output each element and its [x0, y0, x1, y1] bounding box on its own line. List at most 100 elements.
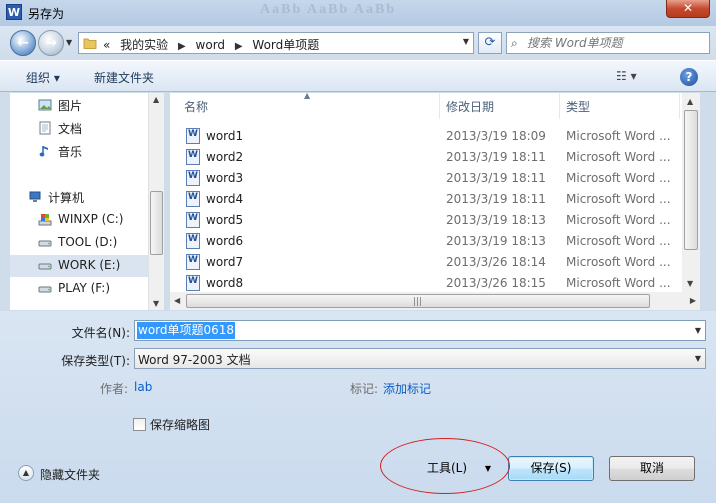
tools-menu-button[interactable]: 工具(L) ▼ — [416, 456, 500, 481]
breadcrumb: « 我的实验 ▶ word ▶ Word单项题 — [103, 36, 325, 53]
nav-item-drive-d[interactable]: TOOL (D:) — [10, 232, 148, 254]
nav-pane-scrollbar[interactable]: ▲ ▼ — [148, 93, 164, 310]
nav-item-computer[interactable]: 计算机 — [10, 186, 148, 208]
word-document-icon — [186, 191, 200, 207]
file-type: Microsoft Word ... — [566, 150, 671, 164]
chevron-down-icon: ▼ — [484, 464, 491, 473]
nav-item-label: TOOL (D:) — [58, 235, 118, 249]
command-bar: 组织 ▾ 新建文件夹 ☷ ▾ ? — [0, 60, 716, 92]
file-list-horizontal-scrollbar[interactable]: ◀ ||| ▶ — [170, 292, 700, 310]
tools-label: 工具(L) — [427, 461, 468, 475]
file-date: 2013/3/26 18:15 — [446, 276, 546, 290]
file-row[interactable]: word5 2013/3/19 18:13 Microsoft Word ... — [170, 210, 700, 231]
close-button[interactable]: ✕ — [666, 0, 710, 18]
save-button[interactable]: 保存(S) — [508, 456, 594, 481]
scrollbar-thumb[interactable] — [150, 191, 163, 255]
navigation-pane: 图片 文档 音乐 计算机 WINXP (C:) TOOL (D:) WORK (… — [10, 93, 164, 310]
new-folder-button[interactable]: 新建文件夹 — [94, 69, 154, 86]
chevron-down-icon[interactable]: ▼ — [695, 354, 701, 363]
column-header-type[interactable]: 类型 — [560, 93, 680, 119]
nav-item-label: WORK (E:) — [58, 258, 121, 272]
column-header-date[interactable]: 修改日期 — [440, 93, 560, 119]
nav-item-drive-e[interactable]: WORK (E:) — [10, 255, 148, 277]
breadcrumb-separator-icon[interactable]: ▶ — [178, 41, 186, 52]
word-document-icon — [186, 254, 200, 270]
drive-icon — [38, 286, 52, 293]
column-label: 类型 — [566, 100, 591, 114]
drive-icon — [38, 240, 52, 247]
file-row[interactable]: word2 2013/3/19 18:11 Microsoft Word ... — [170, 147, 700, 168]
organize-menu[interactable]: 组织 ▾ — [26, 69, 60, 86]
scroll-right-icon[interactable]: ▶ — [690, 296, 696, 305]
filetype-select[interactable]: Word 97-2003 文档 ▼ — [134, 348, 706, 369]
file-date: 2013/3/19 18:11 — [446, 171, 546, 185]
nav-item-documents[interactable]: 文档 — [10, 117, 148, 139]
address-dropdown-icon[interactable]: ▼ — [463, 37, 469, 46]
column-label: 名称 — [184, 100, 209, 114]
file-list-vertical-scrollbar[interactable]: ▲ ▼ — [682, 93, 700, 292]
word-document-icon — [186, 212, 200, 228]
scrollbar-thumb[interactable] — [684, 110, 698, 250]
cancel-button[interactable]: 取消 — [609, 456, 695, 481]
breadcrumb-item[interactable]: Word单项题 — [252, 38, 319, 52]
breadcrumb-item[interactable]: word — [196, 38, 226, 52]
file-row[interactable]: word8 2013/3/26 18:15 Microsoft Word ... — [170, 273, 700, 292]
navigation-row: ← → ▼ « 我的实验 ▶ word ▶ Word单项题 ▼ ⟳ ⌕ — [0, 26, 716, 60]
hide-folders-label: 隐藏文件夹 — [40, 468, 101, 482]
refresh-button[interactable]: ⟳ — [478, 32, 502, 54]
scrollbar-grip-icon: ||| — [413, 297, 423, 307]
nav-item-label: 图片 — [58, 99, 83, 113]
file-row[interactable]: word3 2013/3/19 18:11 Microsoft Word ... — [170, 168, 700, 189]
scroll-down-icon[interactable]: ▼ — [153, 299, 159, 308]
nav-item-music[interactable]: 音乐 — [10, 140, 148, 162]
scroll-up-icon[interactable]: ▲ — [687, 97, 693, 106]
scrollbar-thumb[interactable]: ||| — [186, 294, 650, 308]
save-thumbnail-label[interactable]: 保存缩略图 — [150, 416, 210, 433]
search-input[interactable] — [527, 35, 705, 51]
nav-item-pictures[interactable]: 图片 — [10, 94, 148, 116]
add-tags-field[interactable]: 添加标记 — [383, 380, 431, 397]
title-bar: W 另存为 AaBb AaBb AaBb ✕ — [0, 0, 716, 26]
word-document-icon — [186, 233, 200, 249]
chevron-up-icon: ▲ — [18, 465, 34, 481]
file-date: 2013/3/26 18:14 — [446, 255, 546, 269]
word-app-icon: W — [6, 4, 22, 20]
search-icon: ⌕ — [511, 36, 518, 50]
column-header-name[interactable]: 名称 ▲ — [170, 93, 440, 119]
breadcrumb-separator-icon[interactable]: ▶ — [235, 41, 243, 52]
nav-item-label: 计算机 — [48, 191, 85, 205]
file-type: Microsoft Word ... — [566, 171, 671, 185]
file-date: 2013/3/19 18:13 — [446, 213, 546, 227]
address-bar[interactable]: « 我的实验 ▶ word ▶ Word单项题 ▼ — [78, 32, 474, 54]
view-options-button[interactable]: ☷ ▾ — [616, 69, 637, 83]
breadcrumb-item[interactable]: 我的实验 — [120, 38, 168, 52]
chevron-down-icon[interactable]: ▼ — [695, 326, 701, 335]
system-drive-icon — [38, 214, 52, 226]
nav-item-drive-c[interactable]: WINXP (C:) — [10, 209, 148, 231]
drive-icon — [38, 263, 52, 270]
file-name: word2 — [206, 150, 244, 164]
author-field[interactable]: lab — [134, 380, 152, 394]
breadcrumb-overflow[interactable]: « — [103, 38, 110, 52]
scroll-down-icon[interactable]: ▼ — [687, 279, 693, 288]
word-document-icon — [186, 170, 200, 186]
back-button[interactable]: ← — [10, 30, 36, 56]
scroll-up-icon[interactable]: ▲ — [153, 95, 159, 104]
filename-field[interactable]: word单项题0618 ▼ — [134, 320, 706, 341]
search-box[interactable]: ⌕ — [506, 32, 710, 54]
nav-item-label: 音乐 — [58, 145, 83, 159]
save-thumbnail-checkbox[interactable] — [133, 418, 146, 431]
file-row[interactable]: word4 2013/3/19 18:11 Microsoft Word ... — [170, 189, 700, 210]
file-row[interactable]: word6 2013/3/19 18:13 Microsoft Word ... — [170, 231, 700, 252]
filename-label: 文件名(N): — [71, 326, 130, 340]
file-row[interactable]: word1 2013/3/19 18:09 Microsoft Word ... — [170, 126, 700, 147]
filename-value[interactable]: word单项题0618 — [137, 322, 236, 339]
scroll-left-icon[interactable]: ◀ — [174, 296, 180, 305]
forward-button[interactable]: → — [38, 30, 64, 56]
nav-item-drive-f[interactable]: PLAY (F:) — [10, 278, 148, 300]
file-name: word7 — [206, 255, 244, 269]
file-row[interactable]: word7 2013/3/26 18:14 Microsoft Word ... — [170, 252, 700, 273]
tags-label: 标记: — [350, 382, 379, 396]
recent-pages-dropdown[interactable]: ▼ — [66, 38, 72, 47]
help-icon[interactable]: ? — [680, 68, 698, 86]
